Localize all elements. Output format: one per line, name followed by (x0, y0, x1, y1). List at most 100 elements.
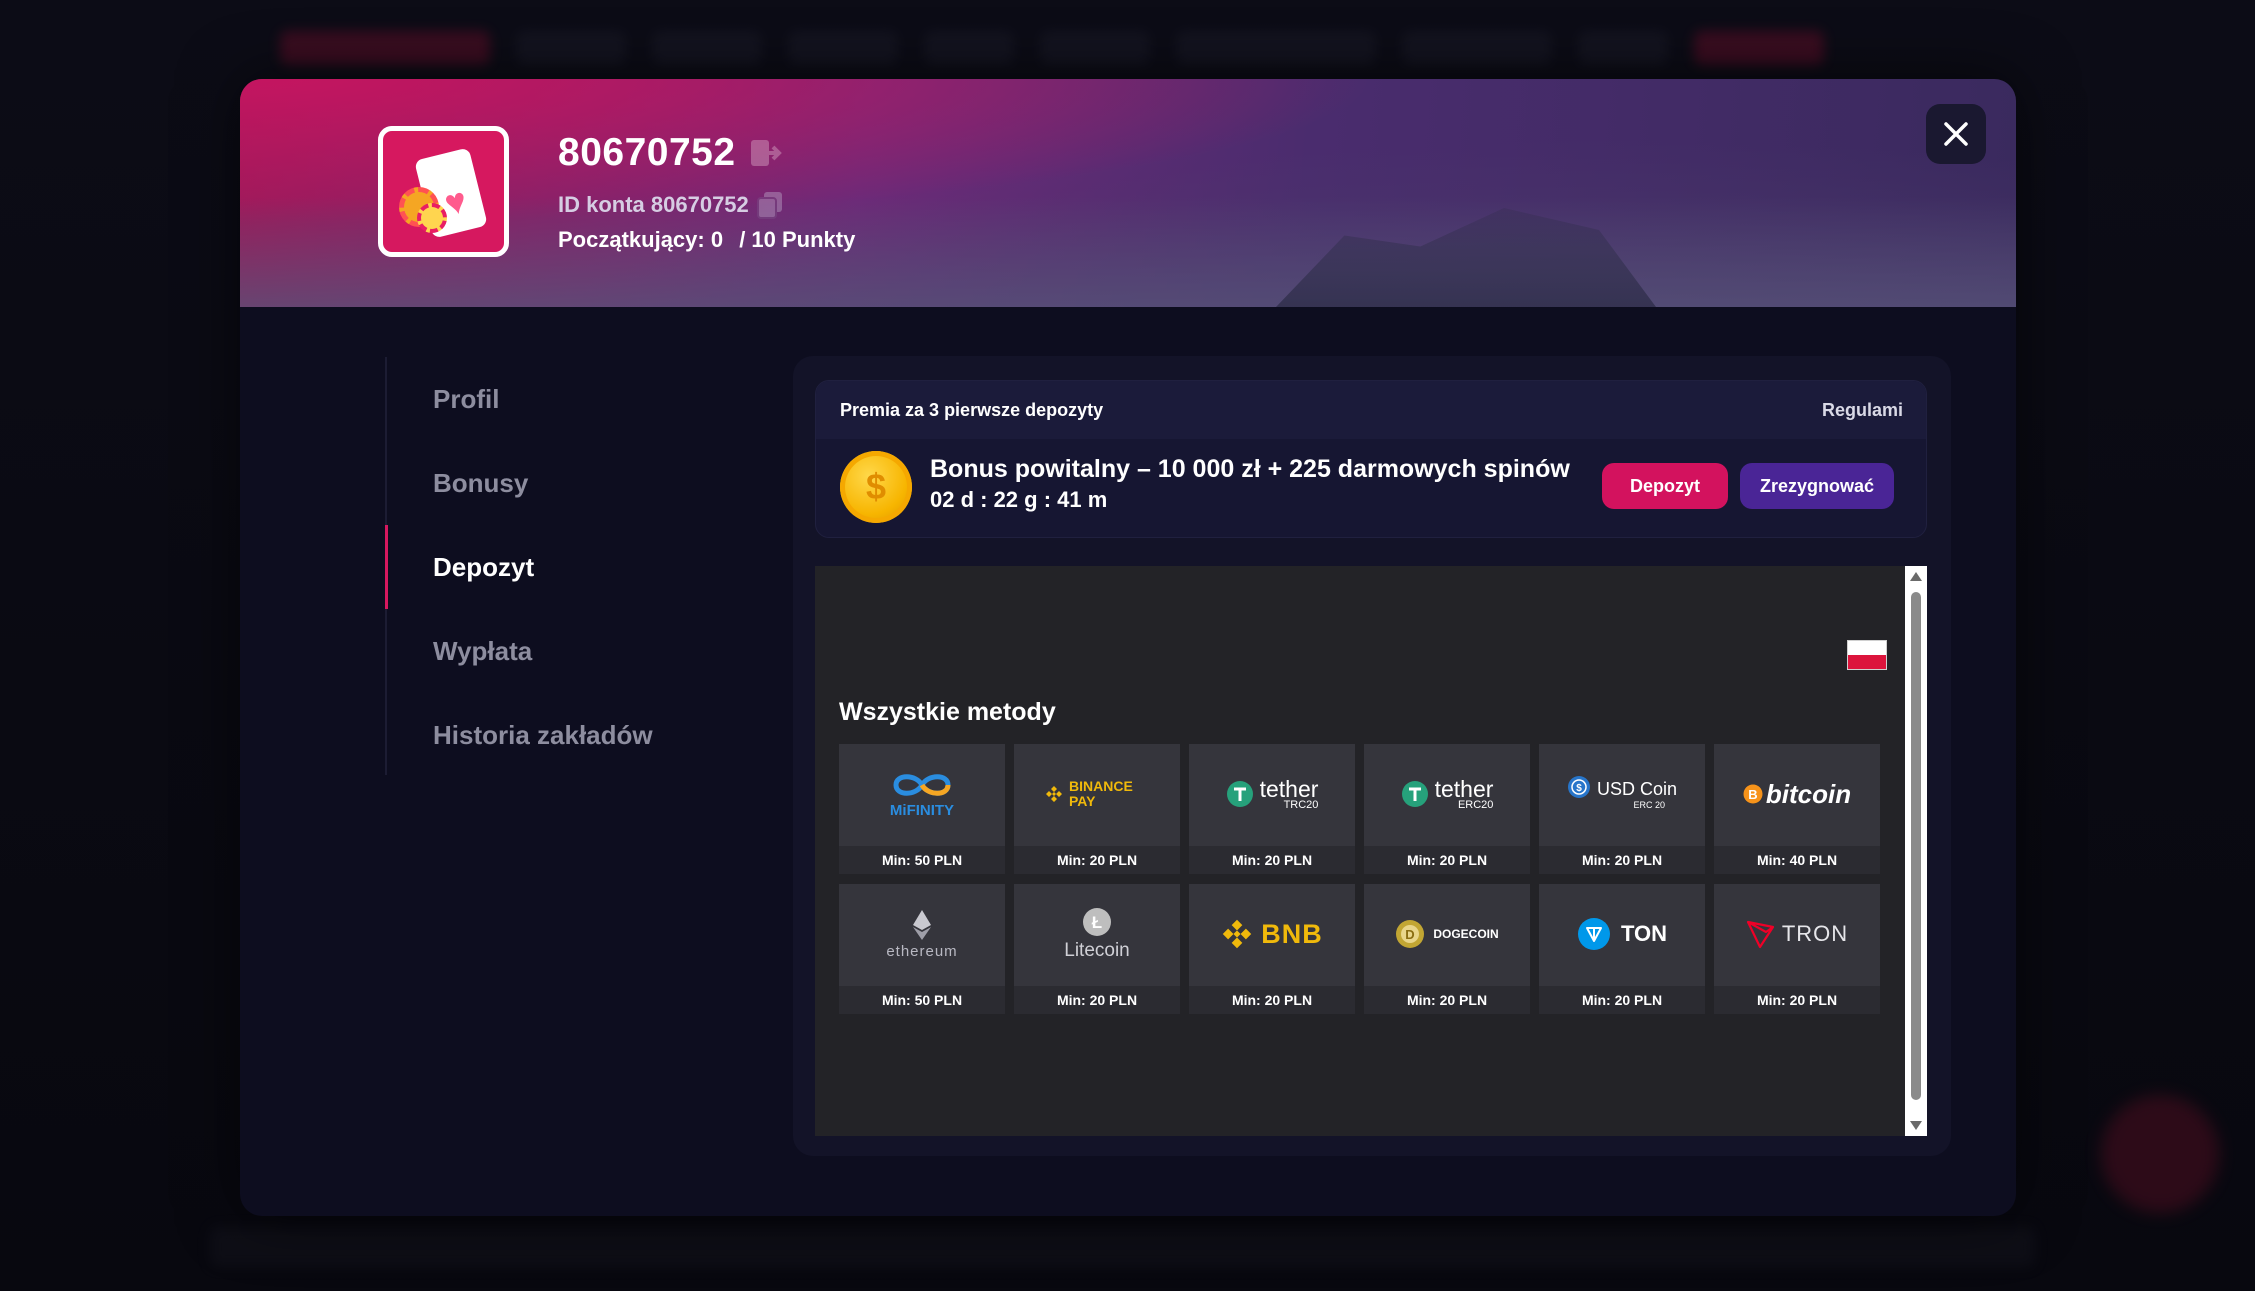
bnb-icon (1223, 919, 1252, 949)
nav-item-wyplata[interactable]: Wypłata (387, 609, 685, 693)
payment-methods-grid: MiFINITY Min: 50 PLN BINANCE PAY Min: 20… (839, 744, 1880, 1014)
bitcoin-label: bitcoin (1765, 778, 1852, 809)
tether-icon (1226, 781, 1253, 807)
promo-card: Premia za 3 pierwsze depozyty Regulamin … (815, 380, 1927, 538)
avatar: ♥ (378, 126, 509, 257)
payment-method-ton[interactable]: TON Min: 20 PLN (1539, 884, 1705, 1014)
promo-resign-button[interactable]: Zrezygnować (1740, 463, 1894, 509)
tether-logo: tether ERC20 (1364, 744, 1530, 844)
payment-method-usd-coin[interactable]: $ USD Coin ERC 20 Min: 20 PLN (1539, 744, 1705, 874)
bnb-logo: BNB (1189, 884, 1355, 984)
litecoin-logo: Ł Litecoin (1014, 884, 1180, 984)
payment-method-tether-trc20[interactable]: tether TRC20 Min: 20 PLN (1189, 744, 1355, 874)
binance-pay-label: BINANCE PAY (1069, 778, 1133, 809)
nav-item-depozyt[interactable]: Depozyt (385, 525, 685, 609)
nav-item-bonusy[interactable]: Bonusy (387, 441, 685, 525)
payment-method-dogecoin[interactable]: D DOGECOIN Min: 20 PLN (1364, 884, 1530, 1014)
level-points: / 10 Punkty (739, 227, 856, 252)
binance-icon (1046, 786, 1062, 802)
close-button[interactable] (1926, 104, 1986, 164)
ethereum-logo: ethereum (839, 884, 1005, 984)
level-label: Początkujący: 0 (558, 227, 724, 252)
ton-label: TON (1620, 921, 1668, 946)
bnb-label: BNB (1261, 918, 1323, 949)
payment-min-amount: Min: 20 PLN (1014, 986, 1180, 1014)
payment-method-litecoin[interactable]: Ł Litecoin Min: 20 PLN (1014, 884, 1180, 1014)
poker-chip-icon (417, 203, 447, 233)
tether-label: tether (1259, 775, 1319, 802)
mifinity-icon (893, 773, 951, 796)
promo-deposit-button[interactable]: Depozyt (1602, 463, 1728, 509)
promo-timer: 02 d : 22 g : 41 m (930, 487, 1108, 512)
dogecoin-label: DOGECOIN (1433, 927, 1499, 941)
payment-min-amount: Min: 40 PLN (1714, 846, 1880, 874)
tether-icon (1401, 781, 1428, 807)
tether-network: TRC20 (1283, 798, 1319, 811)
payment-method-mifinity[interactable]: MiFINITY Min: 50 PLN (839, 744, 1005, 874)
tether-label: tether (1434, 775, 1494, 802)
payment-min-amount: Min: 50 PLN (839, 846, 1005, 874)
usdc-label: USD Coin (1596, 778, 1678, 799)
payment-min-amount: Min: 20 PLN (1364, 986, 1530, 1014)
copy-icon[interactable] (755, 190, 785, 220)
promo-header-title: Premia za 3 pierwsze depozyty (840, 399, 1104, 420)
promo-title: Bonus powitalny – 10 000 zł + 225 darmow… (930, 455, 1570, 483)
payment-min-amount: Min: 20 PLN (1014, 846, 1180, 874)
payment-method-binance-pay[interactable]: BINANCE PAY Min: 20 PLN (1014, 744, 1180, 874)
ethereum-label: ethereum (886, 942, 958, 960)
tron-icon (1746, 920, 1774, 949)
usdc-logo: $ USD Coin ERC 20 (1539, 744, 1705, 844)
background-chat-button (2101, 1095, 2219, 1213)
payment-method-bnb[interactable]: BNB Min: 20 PLN (1189, 884, 1355, 1014)
nav-item-profil[interactable]: Profil (387, 357, 685, 441)
payment-min-amount: Min: 20 PLN (1189, 986, 1355, 1014)
account-modal: ♥ 80670752 ID konta 80670752 Początkując… (240, 79, 2016, 1216)
payment-min-amount: Min: 20 PLN (1539, 986, 1705, 1014)
account-sidenav: Profil Bonusy Depozyt Wypłata Historia z… (385, 357, 685, 775)
poland-flag-icon[interactable] (1847, 640, 1887, 670)
svg-text:$: $ (1576, 783, 1582, 794)
account-id-row: ID konta 80670752 (558, 190, 785, 220)
litecoin-icon: Ł (1083, 907, 1111, 936)
usdc-network: ERC 20 (1633, 799, 1666, 810)
nav-item-historia-zakladow[interactable]: Historia zakładów (387, 693, 685, 777)
tron-logo: TRON (1714, 884, 1880, 984)
scroll-down-icon[interactable] (1910, 1121, 1922, 1130)
payment-method-tether-erc20[interactable]: tether ERC20 Min: 20 PLN (1364, 744, 1530, 874)
svg-text:D: D (1406, 927, 1415, 942)
svg-text:B: B (1748, 787, 1757, 802)
coin-icon: $ (840, 451, 912, 523)
scroll-thumb[interactable] (1911, 592, 1921, 1100)
payment-methods-frame: Wszystkie metody MiFINITY Min: 50 PLN BI… (815, 566, 1927, 1136)
payment-min-amount: Min: 20 PLN (1539, 846, 1705, 874)
payment-method-ethereum[interactable]: ethereum Min: 50 PLN (839, 884, 1005, 1014)
ton-icon (1577, 918, 1610, 950)
account-id: ID konta 80670752 (558, 192, 749, 217)
level-progress: Początkujący: 0 / 10 Punkty (558, 227, 855, 253)
rules-link[interactable]: Regulamin (1822, 400, 1902, 421)
deposit-panel: Premia za 3 pierwsze depozyty Regulamin … (793, 356, 1951, 1156)
payment-method-bitcoin[interactable]: B bitcoin Min: 40 PLN (1714, 744, 1880, 874)
dogecoin-logo: D DOGECOIN (1364, 884, 1530, 984)
profile-header: ♥ 80670752 ID konta 80670752 Początkując… (240, 79, 2016, 307)
username-row: 80670752 (558, 131, 782, 175)
username: 80670752 (558, 131, 736, 174)
background-footer (210, 1227, 2035, 1267)
payment-min-amount: Min: 20 PLN (1364, 846, 1530, 874)
logout-icon[interactable] (750, 138, 782, 168)
dogecoin-icon: D (1396, 920, 1425, 948)
payment-method-tron[interactable]: TRON Min: 20 PLN (1714, 884, 1880, 1014)
background-navbar (280, 20, 1965, 76)
methods-title: Wszystkie metody (839, 698, 1056, 726)
scroll-up-icon[interactable] (1910, 572, 1922, 581)
methods-scrollbar[interactable] (1905, 566, 1927, 1136)
binance-pay-logo: BINANCE PAY (1014, 744, 1180, 844)
payment-min-amount: Min: 20 PLN (1189, 846, 1355, 874)
tether-network: ERC20 (1457, 798, 1494, 811)
close-icon (1944, 122, 1968, 146)
bitcoin-icon: B (1743, 784, 1763, 804)
tron-label: TRON (1781, 921, 1849, 946)
promo-body: $ Bonus powitalny – 10 000 zł + 225 darm… (816, 439, 1926, 537)
ton-logo: TON (1539, 884, 1705, 984)
promo-header: Premia za 3 pierwsze depozyty Regulamin (816, 381, 1926, 439)
